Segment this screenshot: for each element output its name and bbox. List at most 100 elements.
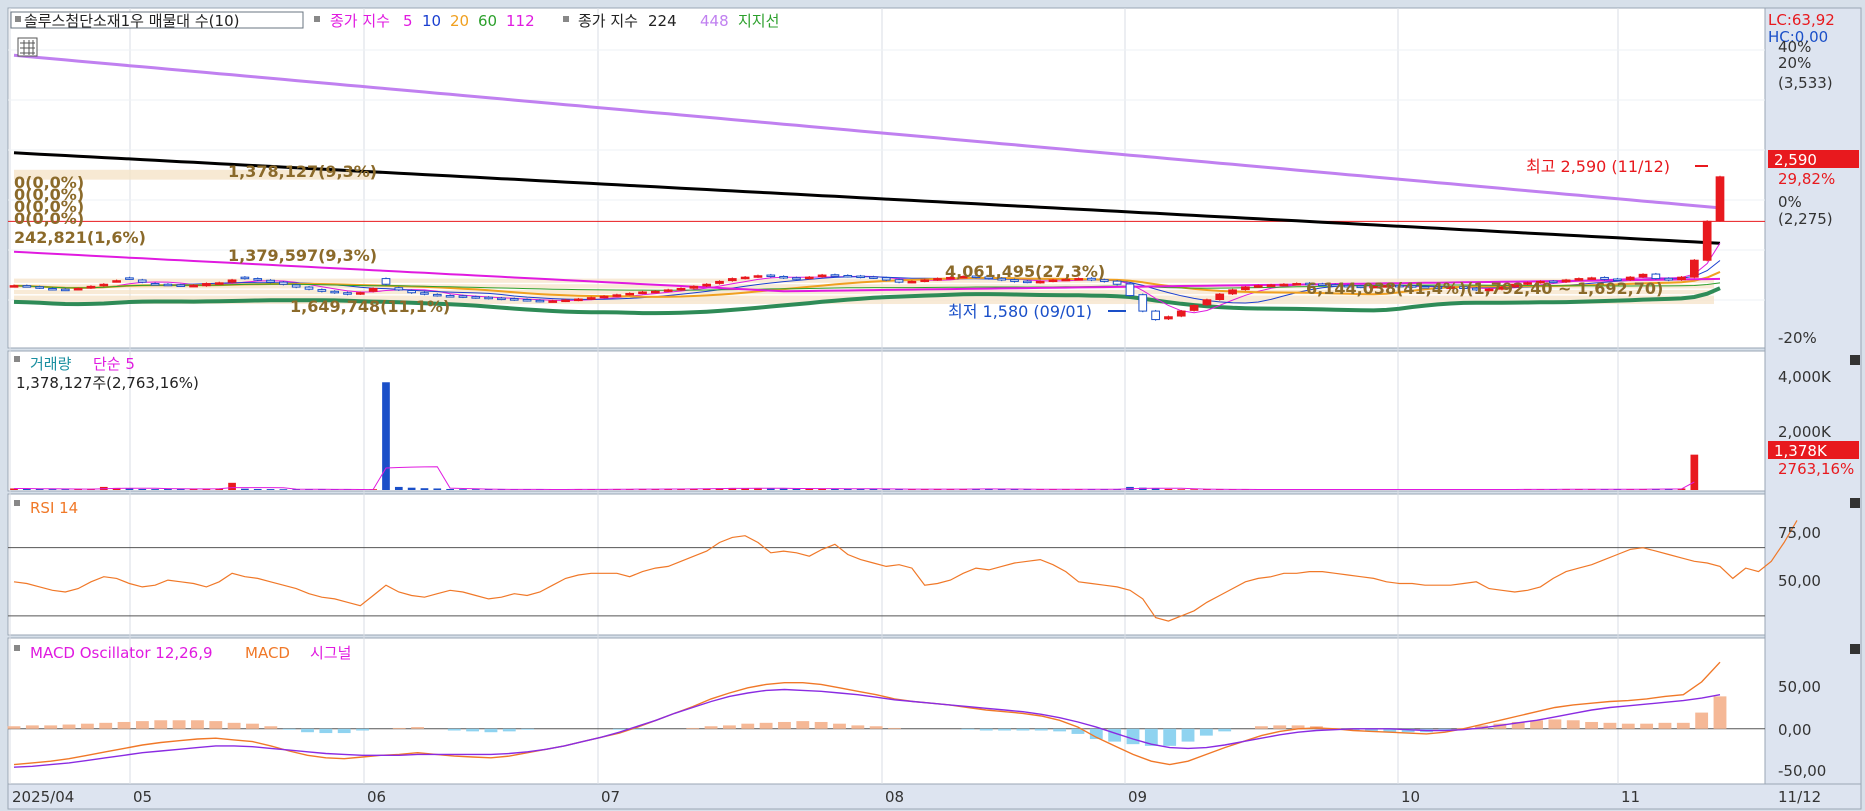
volume-bar	[151, 489, 159, 490]
vol-tag2: 2763,16%	[1778, 460, 1854, 478]
macd-osc-bar	[1273, 725, 1287, 729]
candle	[202, 283, 211, 287]
candle	[1638, 273, 1648, 278]
candle	[804, 276, 814, 280]
x-label-apr: 2025/04	[12, 788, 74, 806]
candle	[574, 298, 583, 302]
close-icon[interactable]	[1850, 644, 1860, 654]
rsi-title[interactable]: RSI 14	[30, 499, 78, 517]
macd-osc-bar	[282, 728, 296, 730]
macd-osc-bar	[1254, 726, 1268, 729]
macd-axis-0: 0,00	[1778, 721, 1811, 739]
candle	[137, 279, 147, 283]
candle	[1279, 283, 1289, 287]
macd-osc-bar	[722, 725, 736, 729]
macd-osc-bar	[1676, 722, 1690, 729]
stock-chart[interactable]: 솔루스첨단소재1우 매물대 수(10) 종가 지수 5 10 20 60 112…	[0, 0, 1865, 811]
candle	[304, 286, 314, 290]
volume-panel[interactable]	[7, 350, 1766, 492]
candle	[1164, 316, 1173, 320]
macd-osc-bar	[209, 721, 223, 729]
candle	[112, 280, 121, 283]
close-icon[interactable]	[1850, 355, 1860, 365]
macd-osc-bar	[484, 728, 498, 733]
chart-panels	[0, 0, 1865, 811]
candle	[830, 274, 840, 277]
candle	[484, 296, 493, 300]
pct-tag: 29,82%	[1778, 170, 1835, 188]
macd-osc-bar	[1585, 721, 1599, 729]
legend-stock-title[interactable]: 솔루스첨단소재1우 매물대 수(10)	[24, 12, 239, 30]
legend-ma60: 60	[478, 12, 497, 30]
macd-osc-bar	[704, 726, 718, 729]
candle	[1202, 299, 1212, 306]
macd-osc-bar	[392, 727, 406, 729]
candle	[689, 285, 699, 289]
volume-info: 1,378,127주(2,763,16%)	[16, 374, 199, 392]
macd-osc-bar	[99, 722, 113, 729]
macd-osc-bar	[888, 727, 901, 729]
macd-osc-bar	[1199, 728, 1213, 736]
legend-close-index-2[interactable]: 종가 지수	[578, 12, 638, 30]
candle	[740, 276, 750, 280]
candle	[1151, 310, 1160, 321]
volume-bar	[459, 489, 467, 490]
macd-osc-bar	[998, 728, 1012, 731]
candle	[189, 284, 198, 288]
volume-bar	[433, 488, 442, 490]
candle	[317, 289, 327, 292]
candle	[73, 287, 83, 291]
candle	[407, 290, 416, 294]
volume-bar	[279, 489, 288, 490]
candle	[920, 279, 930, 282]
candle	[240, 276, 250, 280]
macd-title[interactable]: MACD Oscillator 12,26,9	[30, 644, 213, 662]
vp-label: 1,379,597(9,3%)	[228, 246, 377, 265]
macd-osc-bar	[979, 728, 993, 731]
candle	[1125, 283, 1135, 297]
candle	[1664, 277, 1674, 281]
volume-title[interactable]: 거래량	[30, 355, 72, 373]
legend-ma448: 448	[700, 12, 729, 30]
candle	[638, 291, 647, 295]
macd-osc-bar	[1218, 728, 1232, 732]
candle	[86, 285, 96, 289]
macd-osc-bar	[1640, 723, 1654, 729]
candle	[253, 278, 263, 281]
volume-bar	[382, 382, 390, 490]
high-annotation: 최고 2,590 (11/12)	[1526, 157, 1670, 176]
candle	[381, 278, 391, 285]
candle	[1715, 176, 1725, 222]
volume-bar	[1177, 489, 1186, 490]
candle	[1241, 286, 1250, 291]
volume-bar	[1164, 488, 1173, 490]
macd-osc-bar	[502, 728, 516, 732]
volume-bar	[1190, 489, 1198, 490]
x-label-end: 11/12	[1778, 788, 1821, 806]
macd-osc-bar	[1658, 722, 1672, 729]
x-label-sep: 09	[1128, 788, 1147, 806]
candle	[35, 286, 45, 289]
signal-label[interactable]: 시그널	[310, 644, 351, 662]
candle	[150, 283, 160, 286]
close-icon[interactable]	[1850, 498, 1860, 508]
macd-osc-bar	[135, 721, 149, 729]
candle	[1677, 276, 1686, 281]
macd-osc-bar	[833, 723, 846, 729]
volume-ma-label[interactable]: 단순 5	[93, 355, 135, 373]
volume-bar	[1690, 454, 1699, 490]
macd-osc-bar	[686, 727, 700, 729]
macd-osc-bar	[796, 721, 810, 729]
macd-osc-bar	[869, 726, 883, 729]
candle	[933, 278, 942, 281]
candle	[9, 285, 19, 288]
legend-close-index[interactable]: 종가 지수	[330, 12, 390, 30]
macd-label[interactable]: MACD	[245, 644, 290, 662]
candle	[894, 279, 904, 283]
rsi-panel[interactable]	[7, 493, 1766, 636]
macd-osc-bar	[814, 721, 828, 729]
macd-osc-bar	[411, 727, 424, 729]
vol-tag: 1,378K	[1774, 442, 1828, 460]
candle	[368, 287, 378, 292]
price-tag: 2,590	[1774, 151, 1817, 169]
